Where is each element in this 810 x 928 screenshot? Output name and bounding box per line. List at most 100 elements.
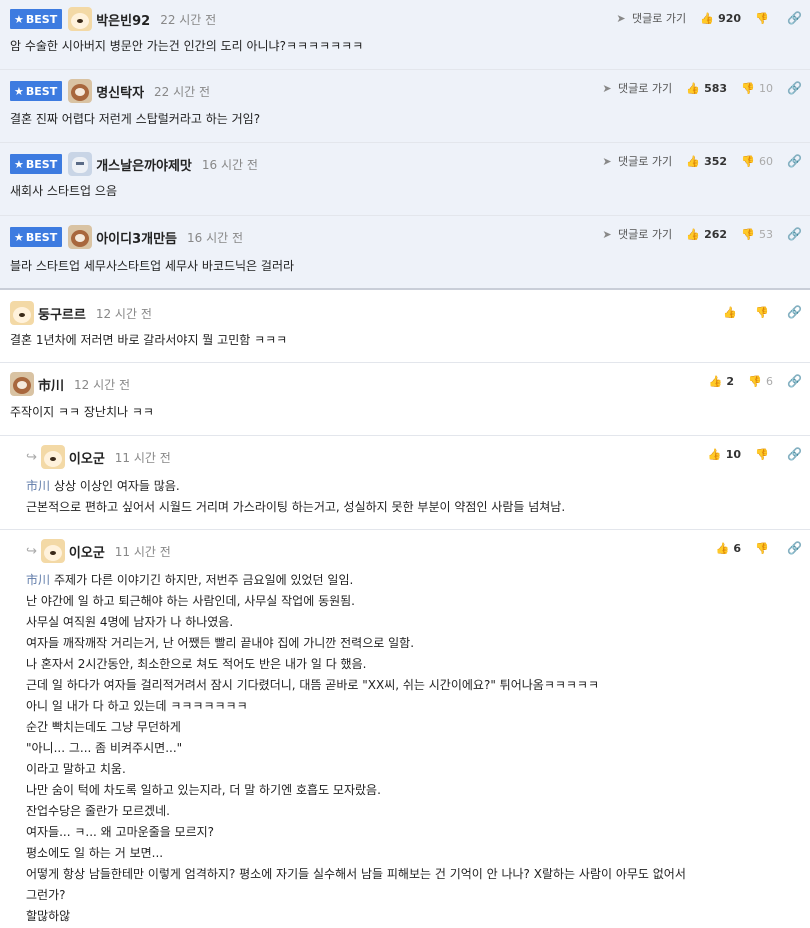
thumbs-up-icon: 👍 xyxy=(715,541,730,555)
reply-comment: ↪ 이오군 11 시간 전 👍 10 👎 🔗 市川 상상 이상인 여자들 많음. 근… xyxy=(0,436,810,530)
avatar[interactable] xyxy=(10,301,34,325)
nickname[interactable]: 이오군 xyxy=(69,542,105,561)
thumbs-up-icon: 👍 xyxy=(708,374,723,388)
thumbs-down-icon: 👎 xyxy=(741,227,755,241)
downvote-button[interactable]: 👎 53 xyxy=(741,228,773,241)
downvote-button[interactable]: 👎 6 xyxy=(748,375,773,388)
avatar[interactable] xyxy=(40,539,65,563)
avatar[interactable] xyxy=(68,152,93,176)
thumbs-up-icon: 👍 xyxy=(700,11,714,25)
comment-body: 市川 주제가 다른 이야기긴 하지만, 저번주 금요일에 있었던 일임. 난 야간… xyxy=(26,570,806,927)
timestamp: 16 시간 전 xyxy=(201,157,258,172)
thumbs-up-icon: 👍 xyxy=(723,305,737,319)
comment-text: 주작이지 ㅋㅋ 장난치나 ㅋㅋ xyxy=(10,405,154,419)
comment-text: 새회사 스타트업 으음 xyxy=(10,184,117,198)
thumbs-down-icon: 👎 xyxy=(741,81,755,95)
avatar[interactable] xyxy=(10,372,34,396)
best-badge: ★ BEST xyxy=(10,227,63,247)
timestamp: 12 시간 전 xyxy=(74,377,131,392)
upvote-button[interactable]: 👍 262 xyxy=(686,228,727,241)
send-icon: ➤ xyxy=(602,154,612,168)
thumbs-down-icon: 👎 xyxy=(748,374,762,388)
timestamp: 12 시간 전 xyxy=(95,306,152,321)
send-icon: ➤ xyxy=(602,81,612,95)
comment-text: 블라 스타트업 세무사스타트업 세무사 바코드닉은 걸러라 xyxy=(10,259,295,273)
best-badge: ★ BEST xyxy=(10,81,63,101)
comment-text: 암 수술한 시아버지 병문안 가는건 인간의 도리 아니냐?ㅋㅋㅋㅋㅋㅋㅋ xyxy=(10,39,364,53)
thumbs-down-icon: 👎 xyxy=(755,11,769,25)
avatar[interactable] xyxy=(40,445,65,469)
share-link-icon[interactable]: 🔗 xyxy=(787,541,802,555)
share-link-icon[interactable]: 🔗 xyxy=(787,374,802,388)
timestamp: 22 시간 전 xyxy=(160,12,217,27)
thumbs-up-icon: 👍 xyxy=(686,154,700,168)
share-link-icon[interactable]: 🔗 xyxy=(787,11,802,25)
thumbs-up-icon: 👍 xyxy=(686,227,700,241)
goto-reply-link[interactable]: ➤ 댓글로 가기 xyxy=(600,153,672,169)
share-link-icon[interactable]: 🔗 xyxy=(787,305,802,319)
send-icon: ➤ xyxy=(616,11,626,25)
comment-text: 상상 이상인 여자들 많음. 근본적으로 편하고 싶어서 시월드 거리며 가스라… xyxy=(26,479,566,514)
avatar[interactable] xyxy=(68,225,93,249)
goto-reply-link[interactable]: ➤ 댓글로 가기 xyxy=(614,10,686,26)
thumbs-down-icon: 👎 xyxy=(755,305,769,319)
share-link-icon[interactable]: 🔗 xyxy=(787,447,802,461)
best-comment: ★ BEST 명신탁자 22 시간 전 ➤ 댓글로 가기 👍 583 👎 10 🔗 결혼… xyxy=(0,70,810,143)
upvote-button[interactable]: 👍 920 xyxy=(700,12,741,25)
timestamp: 11 시간 전 xyxy=(114,544,171,559)
downvote-button[interactable]: 👎 60 xyxy=(741,155,773,168)
downvote-button[interactable]: 👎 xyxy=(755,542,773,555)
comment: 市川 12 시간 전 👍 2 👎 6 🔗 주작이지 ㅋㅋ 장난치나 ㅋㅋ xyxy=(0,363,810,436)
best-comment: ★ BEST 박은빈92 22 시간 전 ➤ 댓글로 가기 👍 920 👎 🔗 암 수… xyxy=(0,0,810,70)
nickname[interactable]: 市川 xyxy=(38,375,64,394)
thumbs-up-icon: 👍 xyxy=(686,81,700,95)
avatar[interactable] xyxy=(68,7,93,31)
best-badge: ★ BEST xyxy=(10,9,63,29)
comment-list: ★ BEST 박은빈92 22 시간 전 ➤ 댓글로 가기 👍 920 👎 🔗 암 수… xyxy=(0,0,810,928)
downvote-button[interactable]: 👎 xyxy=(755,306,773,319)
reply-comment: ↪ 이오군 11 시간 전 👍 6 👎 🔗 市川 주제가 다른 이야기긴 하지만, … xyxy=(0,530,810,928)
comment-body: 市川 상상 이상인 여자들 많음. 근본적으로 편하고 싶어서 시월드 거리며 가… xyxy=(26,476,565,518)
star-icon: ★ xyxy=(14,157,24,171)
upvote-button[interactable]: 👍 6 xyxy=(715,541,742,555)
thumbs-down-icon: 👎 xyxy=(741,154,755,168)
downvote-button[interactable]: 👎 xyxy=(755,12,773,25)
nickname[interactable]: 박은빈92 xyxy=(96,10,150,29)
best-comment: ★ BEST 아이디3개만듬 16 시간 전 ➤ 댓글로 가기 👍 262 👎 53 🔗… xyxy=(0,216,810,290)
avatar[interactable] xyxy=(68,79,93,103)
upvote-button[interactable]: 👍 583 xyxy=(686,82,727,95)
timestamp: 22 시간 전 xyxy=(154,84,211,99)
share-link-icon[interactable]: 🔗 xyxy=(787,81,802,95)
best-comment: ★ BEST 개스날은까야제맛 16 시간 전 ➤ 댓글로 가기 👍 352 👎 60 … xyxy=(0,143,810,216)
nickname[interactable]: 이오군 xyxy=(69,448,105,467)
star-icon: ★ xyxy=(14,84,24,98)
thumbs-down-icon: 👎 xyxy=(755,447,769,461)
upvote-button[interactable]: 👍 10 xyxy=(708,448,741,461)
nickname[interactable]: 개스날은까야제맛 xyxy=(96,155,192,174)
mention-tag[interactable]: 市川 xyxy=(26,479,50,493)
comment-text: 결혼 진짜 어렵다 저런게 스탑럴커라고 하는 거임? xyxy=(10,112,261,126)
send-icon: ➤ xyxy=(602,227,612,241)
mention-tag[interactable]: 市川 xyxy=(26,573,50,587)
timestamp: 16 시간 전 xyxy=(187,230,244,245)
upvote-button[interactable]: 👍 352 xyxy=(686,155,727,168)
upvote-button[interactable]: 👍 xyxy=(723,306,741,319)
upvote-button[interactable]: 👍 2 xyxy=(708,374,735,388)
star-icon: ★ xyxy=(14,230,24,244)
share-link-icon[interactable]: 🔗 xyxy=(787,154,802,168)
nickname[interactable]: 명신탁자 xyxy=(96,82,144,101)
share-link-icon[interactable]: 🔗 xyxy=(787,227,802,241)
reply-arrow-icon: ↪ xyxy=(26,543,37,559)
downvote-button[interactable]: 👎 10 xyxy=(741,82,773,95)
goto-reply-link[interactable]: ➤ 댓글로 가기 xyxy=(600,80,672,96)
thumbs-up-icon: 👍 xyxy=(707,447,722,461)
nickname[interactable]: 둥구르르 xyxy=(38,304,86,323)
goto-reply-link[interactable]: ➤ 댓글로 가기 xyxy=(600,226,672,242)
comment: 둥구르르 12 시간 전 👍 👎 🔗 결혼 1년차에 저러면 바로 갈라서야지 … xyxy=(0,290,810,363)
downvote-button[interactable]: 👎 xyxy=(755,448,773,461)
thumbs-down-icon: 👎 xyxy=(755,541,769,555)
nickname[interactable]: 아이디3개만듬 xyxy=(96,228,177,247)
best-badge: ★ BEST xyxy=(10,154,63,174)
comment-text: 결혼 1년차에 저러면 바로 갈라서야지 뭘 고민함 ㅋㅋㅋ xyxy=(10,333,288,347)
timestamp: 11 시간 전 xyxy=(114,450,171,465)
